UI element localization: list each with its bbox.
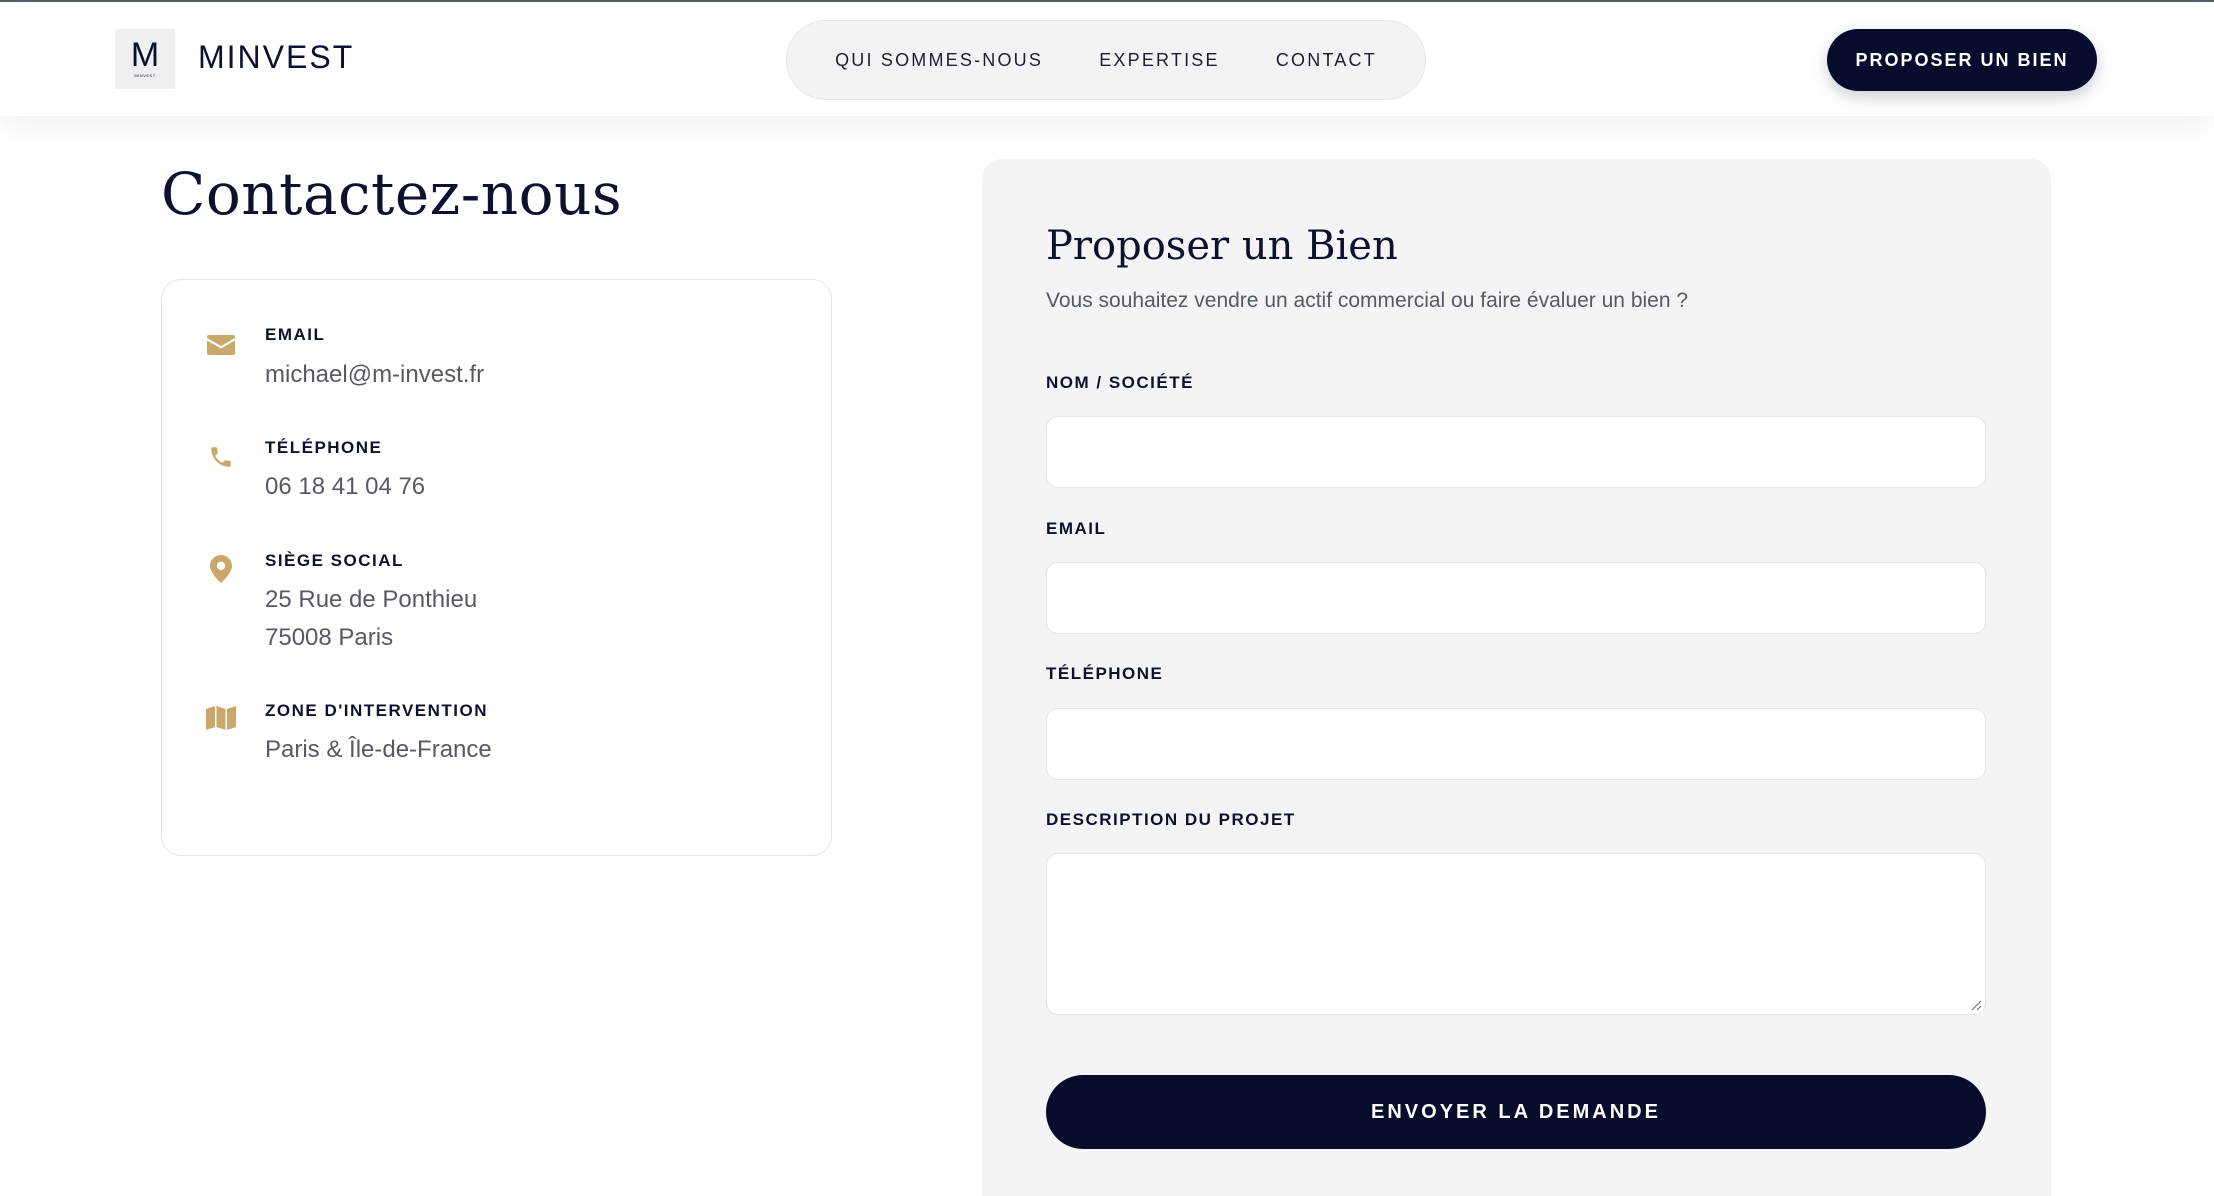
form-subtitle: Vous souhaitez vendre un actif commercia… xyxy=(1046,289,1689,312)
zone-label: ZONE D'INTERVENTION xyxy=(265,701,489,720)
email-field[interactable] xyxy=(1046,562,1986,634)
logo-small-text: MINVEST xyxy=(134,73,156,78)
main-nav: QUI SOMMES-NOUS EXPERTISE CONTACT xyxy=(786,20,1426,100)
phone-field[interactable] xyxy=(1046,708,1986,780)
resize-handle-icon[interactable] xyxy=(1970,999,1982,1011)
address-line-2: 75008 Paris xyxy=(265,624,394,651)
name-label: NOM / SOCIÉTÉ xyxy=(1046,373,1194,392)
address-line-1: 25 Rue de Ponthieu xyxy=(265,586,478,613)
map-icon xyxy=(206,703,236,733)
logo[interactable]: M MINVEST xyxy=(115,29,175,89)
phone-icon xyxy=(206,442,236,472)
nav-item-contact[interactable]: CONTACT xyxy=(1276,50,1377,71)
page-title: Contactez-nous xyxy=(161,160,623,228)
nav-item-qui-sommes-nous[interactable]: QUI SOMMES-NOUS xyxy=(835,50,1043,71)
nav-item-expertise[interactable]: EXPERTISE xyxy=(1099,50,1220,71)
proposer-un-bien-button[interactable]: PROPOSER UN BIEN xyxy=(1827,29,2097,91)
form-title: Proposer un Bien xyxy=(1046,223,1398,269)
proposer-bien-form: Proposer un Bien Vous souhaitez vendre u… xyxy=(982,159,2051,1196)
siege-social-label: SIÈGE SOCIAL xyxy=(265,551,404,570)
logo-letter: M xyxy=(130,36,160,74)
contact-info-card: EMAIL michael@m-invest.fr TÉLÉPHONE 06 1… xyxy=(161,279,832,856)
phone-value[interactable]: 06 18 41 04 76 xyxy=(265,468,425,506)
phone-field-label: TÉLÉPHONE xyxy=(1046,664,1164,683)
email-field-label: EMAIL xyxy=(1046,519,1107,538)
map-pin-icon xyxy=(206,554,236,584)
brand-name[interactable]: MINVEST xyxy=(198,39,354,76)
phone-label: TÉLÉPHONE xyxy=(265,438,383,457)
email-value[interactable]: michael@m-invest.fr xyxy=(265,356,484,394)
description-textarea[interactable] xyxy=(1046,853,1986,1015)
description-label: DESCRIPTION DU PROJET xyxy=(1046,810,1296,829)
name-input[interactable] xyxy=(1046,416,1986,488)
email-label: EMAIL xyxy=(265,325,326,344)
zone-value: Paris & Île-de-France xyxy=(265,736,492,763)
submit-button[interactable]: ENVOYER LA DEMANDE xyxy=(1046,1075,1986,1149)
envelope-icon xyxy=(206,330,236,360)
site-header: M MINVEST MINVEST QUI SOMMES-NOUS EXPERT… xyxy=(0,2,2214,116)
